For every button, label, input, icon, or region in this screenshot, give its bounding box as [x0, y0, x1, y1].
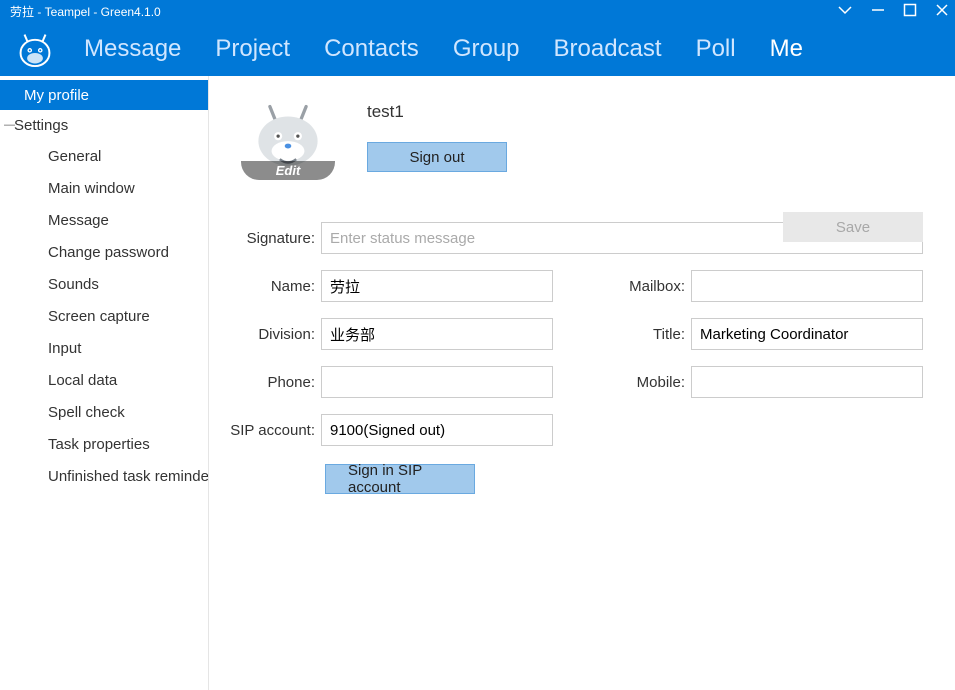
mailbox-input[interactable]: [691, 270, 923, 302]
sip-signin-button[interactable]: Sign in SIP account: [325, 464, 475, 494]
sidebar-item-settings[interactable]: Settings: [0, 110, 208, 140]
division-label: Division:: [225, 326, 321, 343]
sidebar-item-general[interactable]: General: [0, 140, 208, 172]
phone-input[interactable]: [321, 366, 553, 398]
nav-tab-project[interactable]: Project: [215, 35, 290, 63]
dropdown-icon[interactable]: [837, 4, 853, 18]
sidebar-item-change-password[interactable]: Change password: [0, 236, 208, 268]
signout-button[interactable]: Sign out: [367, 142, 507, 172]
sidebar-item-unfinished-task-reminder[interactable]: Unfinished task reminder: [0, 460, 208, 492]
sidebar-item-myprofile[interactable]: My profile: [0, 80, 208, 110]
sidebar: My profile Settings General Main window Me…: [0, 76, 209, 690]
sidebar-item-label: Task properties: [48, 436, 150, 453]
sidebar-item-sounds[interactable]: Sounds: [0, 268, 208, 300]
sidebar-item-local-data[interactable]: Local data: [0, 364, 208, 396]
nav-tab-poll[interactable]: Poll: [696, 35, 736, 63]
sidebar-item-label: My profile: [24, 87, 89, 104]
menubar: Message Project Contacts Group Broadcast Poll…: [0, 22, 955, 76]
sidebar-item-main-window[interactable]: Main window: [0, 172, 208, 204]
profile-header: Edit test1 Sign out: [241, 100, 923, 180]
save-button[interactable]: Save: [783, 212, 923, 242]
titlebar: 劳拉 - Teampel - Green4.1.0: [0, 0, 955, 22]
signature-label: Signature:: [225, 230, 321, 247]
title-input[interactable]: [691, 318, 923, 350]
sidebar-item-label: Screen capture: [48, 308, 150, 325]
mailbox-label: Mailbox:: [617, 278, 691, 295]
nav-tab-broadcast[interactable]: Broadcast: [554, 35, 662, 63]
sidebar-item-label: Message: [48, 212, 109, 229]
maximize-icon[interactable]: [903, 3, 917, 20]
nav-tab-message[interactable]: Message: [84, 35, 181, 63]
sidebar-item-label: Change password: [48, 244, 169, 261]
sidebar-item-label: Unfinished task reminder: [48, 468, 209, 485]
username-display: test1: [367, 102, 507, 122]
window-title: 劳拉 - Teampel - Green4.1.0: [10, 3, 161, 20]
sidebar-item-label: Sounds: [48, 276, 99, 293]
sidebar-item-screen-capture[interactable]: Screen capture: [0, 300, 208, 332]
window-controls: [837, 3, 949, 20]
phone-label: Phone:: [225, 374, 321, 391]
sidebar-item-label: Settings: [14, 117, 68, 134]
sip-input[interactable]: [321, 414, 553, 446]
division-input[interactable]: [321, 318, 553, 350]
sidebar-item-label: Local data: [48, 372, 117, 389]
name-input[interactable]: [321, 270, 553, 302]
sidebar-item-input[interactable]: Input: [0, 332, 208, 364]
title-label: Title:: [617, 326, 691, 343]
sidebar-item-label: Spell check: [48, 404, 125, 421]
mobile-label: Mobile:: [617, 374, 691, 391]
profile-form: Signature: Name: Mailbox: Division:: [225, 222, 923, 494]
minimize-icon[interactable]: [871, 3, 885, 20]
mobile-input[interactable]: [691, 366, 923, 398]
avatar[interactable]: Edit: [241, 100, 335, 180]
sidebar-item-message[interactable]: Message: [0, 204, 208, 236]
sip-label: SIP account:: [225, 422, 321, 439]
nav-tab-group[interactable]: Group: [453, 35, 520, 63]
sidebar-item-task-properties[interactable]: Task properties: [0, 428, 208, 460]
close-icon[interactable]: [935, 3, 949, 20]
name-label: Name:: [225, 278, 321, 295]
sidebar-item-label: Input: [48, 340, 81, 357]
sidebar-item-spell-check[interactable]: Spell check: [0, 396, 208, 428]
app-logo-icon: [14, 28, 56, 70]
nav-tab-contacts[interactable]: Contacts: [324, 35, 419, 63]
nav-tab-me[interactable]: Me: [770, 35, 803, 63]
sidebar-item-label: Main window: [48, 180, 135, 197]
content: Edit test1 Sign out Save Signature:: [209, 76, 955, 690]
avatar-edit-button[interactable]: Edit: [241, 161, 335, 180]
sidebar-item-label: General: [48, 148, 101, 165]
